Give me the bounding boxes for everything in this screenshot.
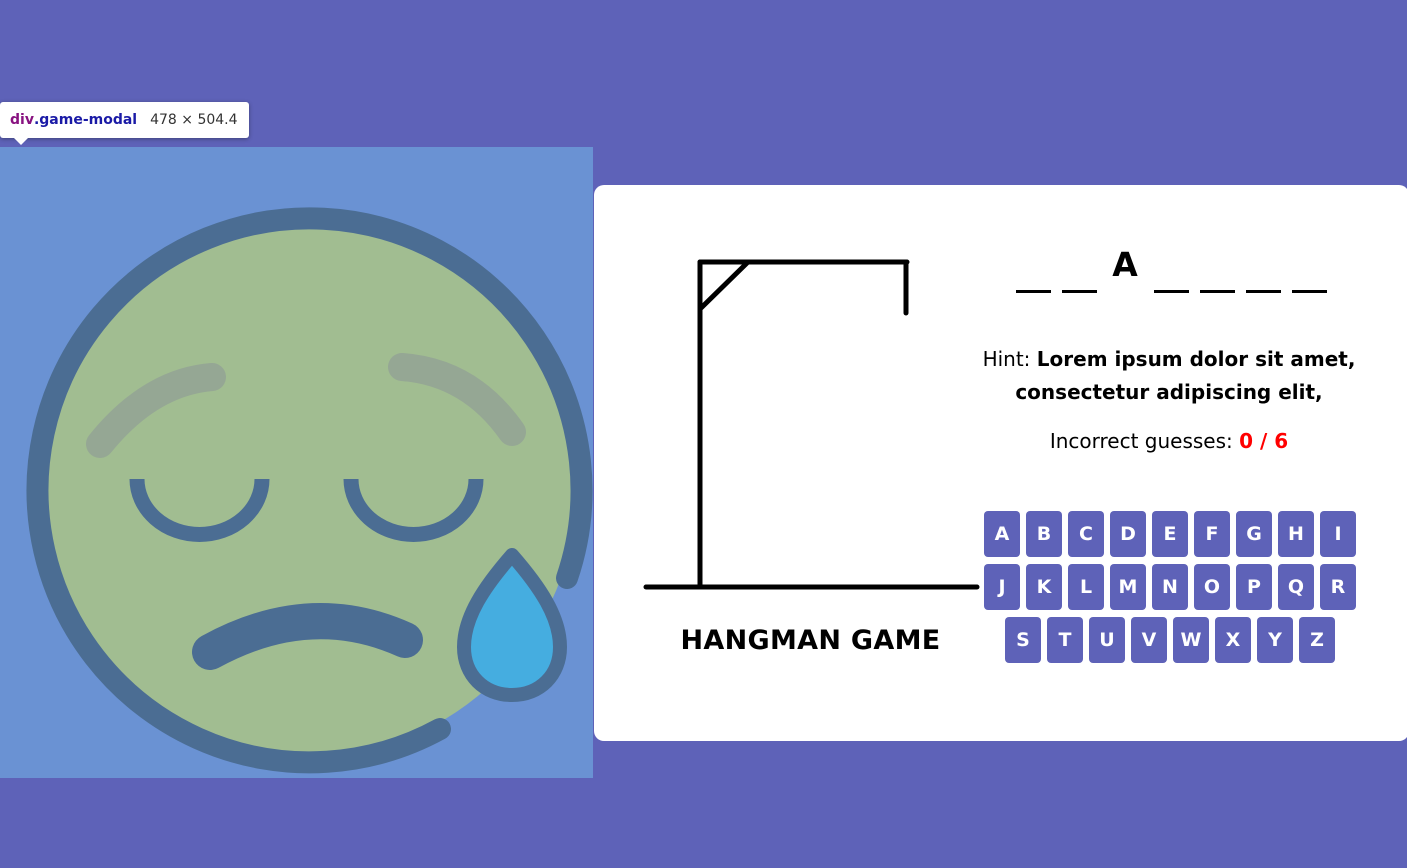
tooltip-element-size: 478 × 504.4 (150, 112, 238, 128)
key-i-button[interactable]: I (1320, 511, 1356, 557)
word-letter-slot (1291, 245, 1327, 293)
key-n-button[interactable]: N (1152, 564, 1188, 610)
key-h-button[interactable]: H (1278, 511, 1314, 557)
sad-face-with-sweat-drop-icon (26, 207, 593, 774)
key-g-button[interactable]: G (1236, 511, 1272, 557)
letter-keyboard: ABCDEFGHI JKLMNOPQR STUVWXYZ (982, 511, 1358, 663)
key-m-button[interactable]: M (1110, 564, 1146, 610)
tooltip-class-name: .game-modal (33, 112, 138, 128)
game-title: HANGMAN GAME (680, 625, 941, 656)
word-letter-slot (1153, 245, 1189, 293)
key-j-button[interactable]: J (984, 564, 1020, 610)
key-c-button[interactable]: C (1068, 511, 1104, 557)
game-card: HANGMAN GAME A Hint: Lorem ipsum dolor s… (594, 185, 1409, 741)
tooltip-tag-name: div (10, 112, 34, 128)
word-letter-slot (1199, 245, 1235, 293)
page-background: div .game-modal 478 × 504.4 HANGMAN GAME… (0, 0, 1411, 868)
key-w-button[interactable]: W (1173, 617, 1209, 663)
key-d-button[interactable]: D (1110, 511, 1146, 557)
guesses-label: Incorrect guesses: (1049, 429, 1240, 453)
key-p-button[interactable]: P (1236, 564, 1272, 610)
word-letter-slot (1245, 245, 1281, 293)
word-letter-slot: A (1112, 245, 1138, 284)
hint-text: Lorem ipsum dolor sit amet, consectetur … (1015, 347, 1356, 404)
hint-label: Hint: (982, 347, 1037, 371)
devtools-element-tooltip: div .game-modal 478 × 504.4 (0, 102, 249, 145)
key-v-button[interactable]: V (1131, 617, 1167, 663)
gallows-brace (697, 260, 750, 312)
game-modal-image (0, 147, 593, 778)
key-q-button[interactable]: Q (1278, 564, 1314, 610)
key-z-button[interactable]: Z (1299, 617, 1335, 663)
key-e-button[interactable]: E (1152, 511, 1188, 557)
word-letter-slot (1061, 245, 1097, 293)
key-r-button[interactable]: R (1320, 564, 1356, 610)
viewport-corner (1399, 0, 1407, 8)
key-y-button[interactable]: Y (1257, 617, 1293, 663)
hangman-gallows (643, 259, 980, 590)
hint: Hint: Lorem ipsum dolor sit amet, consec… (974, 343, 1364, 409)
key-b-button[interactable]: B (1026, 511, 1062, 557)
incorrect-guesses: Incorrect guesses: 0 / 6 (974, 429, 1364, 453)
key-k-button[interactable]: K (1026, 564, 1062, 610)
key-a-button[interactable]: A (984, 511, 1020, 557)
key-x-button[interactable]: X (1215, 617, 1251, 663)
key-s-button[interactable]: S (1005, 617, 1041, 663)
key-u-button[interactable]: U (1089, 617, 1125, 663)
key-o-button[interactable]: O (1194, 564, 1230, 610)
word-display: A (1006, 245, 1336, 293)
word-letter-slot (1015, 245, 1051, 293)
key-f-button[interactable]: F (1194, 511, 1230, 557)
key-l-button[interactable]: L (1068, 564, 1104, 610)
guesses-count: 0 / 6 (1239, 429, 1289, 453)
key-t-button[interactable]: T (1047, 617, 1083, 663)
